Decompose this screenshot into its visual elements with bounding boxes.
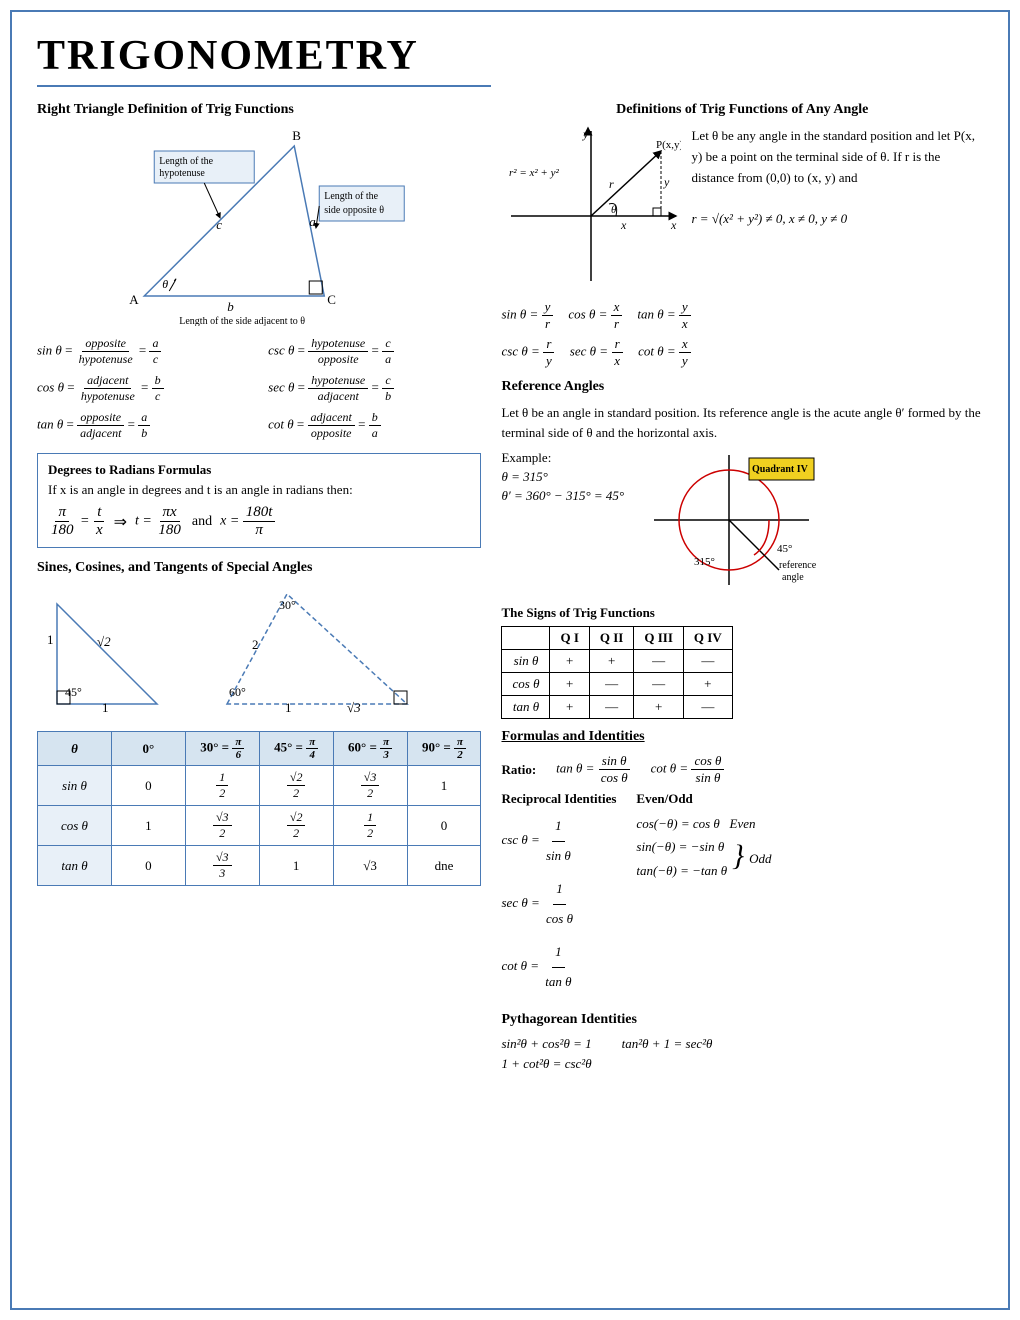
signs-section: The Signs of Trig Functions Q I Q II Q I… (501, 605, 983, 719)
svg-text:1: 1 (47, 632, 54, 647)
signs-table: Q I Q II Q III Q IV sin θ ++—— cos θ (501, 626, 732, 719)
recip-even-odd: Reciprocal Identities csc θ = 1sin θ sec… (501, 791, 983, 1002)
coord-svg: x y P(x,y) r y (501, 126, 681, 291)
svg-text:angle: angle (782, 572, 804, 583)
table-header-theta: θ (38, 732, 112, 766)
formulas-section: Formulas and Identities Ratio: tan θ = s… (501, 729, 983, 1002)
trig-definitions: sin θ = oppositehypotenuse = ac csc θ = … (37, 336, 481, 441)
table-header-0: 0° (111, 732, 185, 766)
reference-example: Example: θ = 315° θ′ = 360° − 315° = 45° (501, 450, 983, 595)
table-row: sin θ 0 12 √22 √32 1 (38, 766, 481, 806)
pythagorean-title: Pythagorean Identities (501, 1012, 983, 1028)
svg-text:hypotenuse: hypotenuse (159, 168, 205, 179)
svg-text:C: C (327, 292, 336, 307)
special-angles-title: Sines, Cosines, and Tangents of Special … (37, 560, 481, 576)
svg-text:y: y (582, 127, 589, 141)
ratio-row: Ratio: tan θ = sin θcos θ cot θ = cos θs… (501, 753, 983, 786)
triangle-45: 1 1 √2 45° (47, 584, 187, 719)
svg-text:Length of the: Length of the (159, 156, 213, 167)
cot-def: cot θ = adjacentopposite = ba (268, 410, 481, 441)
trig-eq-row1: sin θ = yr cos θ = xr tan θ = yx (501, 299, 983, 332)
svg-text:y: y (663, 175, 670, 189)
reciprocal-col: Reciprocal Identities csc θ = 1sin θ sec… (501, 791, 616, 1002)
sec-def: sec θ = hypotenuseadjacent = cb (268, 373, 481, 404)
pyth-row2: 1 + cot²θ = csc²θ (501, 1056, 983, 1072)
special-angles-table: θ 0° 30° = π6 45° = π4 60° = π3 90° = π2… (37, 731, 481, 886)
svg-text:Length of the side adjacent to: Length of the side adjacent to θ (179, 316, 305, 326)
deg-rad-box: Degrees to Radians Formulas If x is an a… (37, 453, 481, 548)
table-row: cos θ 1 √32 √22 12 0 (38, 806, 481, 846)
table-header-60: 60° = π3 (333, 732, 407, 766)
table-row: tan θ 0 √33 1 √3 dne (38, 846, 481, 886)
svg-text:r: r (609, 177, 614, 191)
def-text: Let θ be any angle in the standard posit… (691, 126, 983, 291)
svg-text:x: x (670, 218, 677, 232)
svg-text:1: 1 (285, 700, 292, 714)
svg-text:45°: 45° (65, 685, 82, 699)
svg-text:c: c (216, 217, 222, 232)
triangle-30-60: 2 √3 1 60° 30° (217, 584, 417, 719)
svg-text:2: 2 (252, 637, 259, 652)
page: TRIGONOMETRY Right Triangle Definition o… (10, 10, 1010, 1310)
svg-text:Length of the: Length of the (324, 191, 378, 202)
pythagorean-section: Pythagorean Identities sin²θ + cos²θ = 1… (501, 1012, 983, 1072)
svg-text:√3: √3 (347, 700, 361, 714)
right-column: Definitions of Trig Functions of Any Ang… (501, 102, 983, 1072)
table-row: tan θ +—+— (502, 696, 732, 719)
svg-text:30°: 30° (279, 598, 296, 612)
svg-text:60°: 60° (229, 685, 246, 699)
deg-rad-title: Degrees to Radians Formulas (48, 462, 470, 478)
svg-text:315°: 315° (694, 556, 715, 568)
deg-rad-formula: π180 = tx ⇒ t = πx180 and x = 180tπ (48, 504, 470, 539)
svg-text:√2: √2 (97, 634, 111, 649)
svg-text:x: x (620, 218, 627, 232)
table-header-45: 45° = π4 (259, 732, 333, 766)
reference-angles-section: Reference Angles Let θ be an angle in st… (501, 379, 983, 595)
signs-title: The Signs of Trig Functions (501, 605, 983, 621)
right-triangle-section-title: Right Triangle Definition of Trig Functi… (37, 102, 481, 118)
deg-rad-body: If x is an angle in degrees and t is an … (48, 482, 470, 498)
svg-text:r² = x² + y²: r² = x² + y² (509, 167, 559, 179)
svg-text:A: A (129, 292, 139, 307)
special-triangles-row: 1 1 √2 45° 2 √3 1 60° (37, 584, 481, 719)
svg-text:1: 1 (102, 700, 109, 714)
svg-text:45°: 45° (777, 543, 792, 555)
even-odd-col: Even/Odd cos(−θ) = cos θ Even sin(−θ) = … (636, 791, 983, 1002)
table-row: sin θ ++—— (502, 650, 732, 673)
triangle-diagram: A B C c a b θ Length of the hypotenuse (47, 126, 481, 326)
svg-text:side opposite θ: side opposite θ (324, 205, 384, 216)
svg-text:b: b (227, 299, 234, 314)
table-header-30: 30° = π6 (185, 732, 259, 766)
pyth-row1: sin²θ + cos²θ = 1 tan²θ + 1 = sec²θ (501, 1036, 983, 1052)
coord-diagram-section: x y P(x,y) r y (501, 126, 983, 291)
cos-def: cos θ = adjacenthypotenuse = bc (37, 373, 250, 404)
sin-def: sin θ = oppositehypotenuse = ac (37, 336, 250, 367)
reference-diagram: Quadrant IV 315° 45° reference angle (639, 450, 819, 595)
table-row: cos θ +——+ (502, 673, 732, 696)
svg-text:B: B (292, 128, 301, 143)
trig-eq-row2: csc θ = ry sec θ = rx cot θ = xy (501, 336, 983, 369)
formulas-title: Formulas and Identities (501, 729, 983, 745)
tan-def: tan θ = oppositeadjacent = ab (37, 410, 250, 441)
csc-def: csc θ = hypotenuseopposite = ca (268, 336, 481, 367)
svg-text:θ: θ (162, 277, 168, 291)
table-header-90: 90° = π2 (407, 732, 481, 766)
reference-body: Let θ be an angle in standard position. … (501, 403, 983, 442)
svg-text:Quadrant IV: Quadrant IV (752, 464, 809, 475)
def-title: Definitions of Trig Functions of Any Ang… (501, 102, 983, 118)
svg-text:reference: reference (779, 560, 817, 571)
left-column: Right Triangle Definition of Trig Functi… (37, 102, 481, 1072)
svg-text:a: a (309, 214, 316, 229)
svg-text:P(x,y): P(x,y) (656, 139, 681, 151)
reference-title: Reference Angles (501, 379, 983, 395)
page-title: TRIGONOMETRY (37, 32, 491, 87)
svg-text:θ: θ (611, 204, 617, 216)
